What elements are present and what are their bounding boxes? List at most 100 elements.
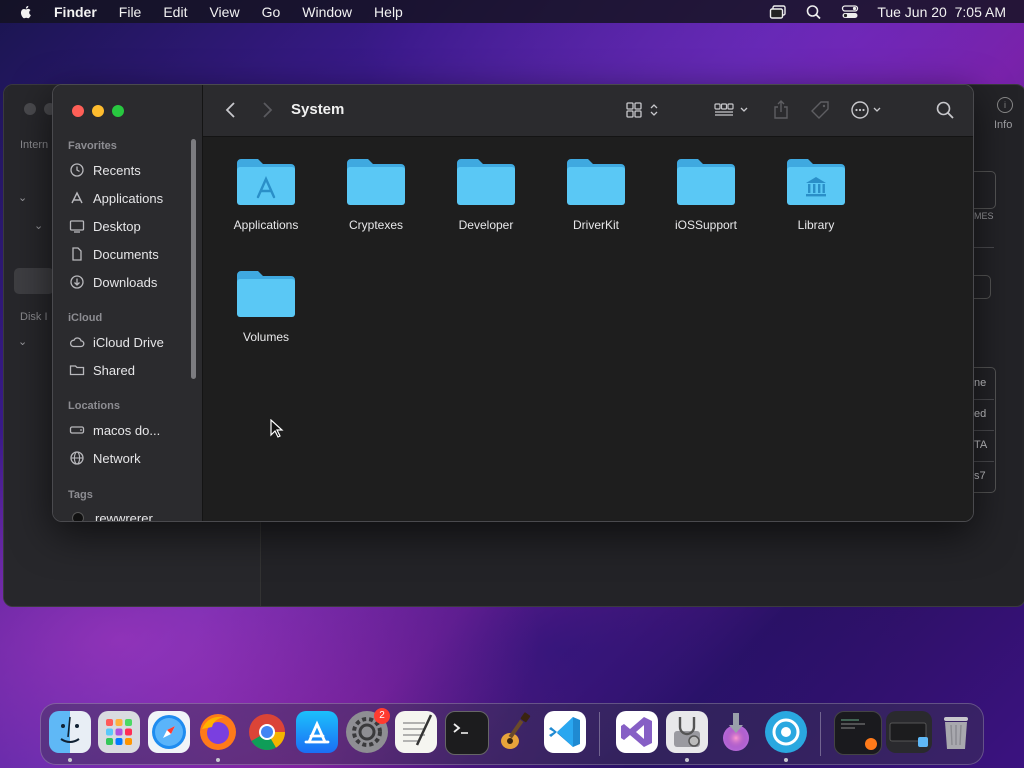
tag-icon[interactable] <box>809 99 831 121</box>
dock-terminal-icon[interactable] <box>445 711 489 755</box>
menu-file[interactable]: File <box>119 4 142 20</box>
screen-mirror-icon[interactable] <box>769 4 787 20</box>
window-title: System <box>291 101 345 118</box>
sidebar-item-label: Documents <box>93 246 159 262</box>
globe-icon <box>70 451 84 465</box>
menu-view[interactable]: View <box>209 4 239 20</box>
dock-launchpad-icon[interactable] <box>98 711 140 753</box>
folder-label: Cryptexes <box>348 218 404 232</box>
app-icon <box>71 191 83 204</box>
minimize-button[interactable] <box>92 105 104 117</box>
sidebar-item-network[interactable]: Network <box>69 447 141 469</box>
folder-item-developer[interactable]: Developer <box>436 155 536 232</box>
bg-selected-row[interactable] <box>14 268 54 294</box>
icon-view-grid-icon[interactable] <box>625 99 661 121</box>
dock-disk-utility-icon[interactable] <box>666 711 708 753</box>
bg-divider <box>974 399 994 400</box>
info-icon[interactable]: i <box>997 97 1013 113</box>
menu-go[interactable]: Go <box>262 4 281 20</box>
folder-item-cryptexes[interactable]: Cryptexes <box>326 155 426 232</box>
dock-utility-app-icon[interactable] <box>765 711 807 753</box>
running-indicator <box>784 758 788 762</box>
finder-content[interactable]: Applications Cryptexes Developer DriverK… <box>203 137 973 521</box>
sidebar-item-desktop[interactable]: Desktop <box>69 215 141 237</box>
sidebar-scrollbar[interactable] <box>191 139 196 379</box>
dock-visual-studio-icon[interactable] <box>616 711 658 753</box>
sidebar-item-shared[interactable]: Shared <box>69 359 135 381</box>
folder-item-driverkit[interactable]: DriverKit <box>546 155 646 232</box>
menu-clock[interactable]: Tue Jun 20 7:05 AM <box>877 4 1006 20</box>
bg-text: MES <box>974 211 994 221</box>
menu-help[interactable]: Help <box>374 4 403 20</box>
zoom-button[interactable] <box>112 105 124 117</box>
sidebar-item-downloads[interactable]: Downloads <box>69 271 157 293</box>
bg-text: ne <box>974 377 987 389</box>
bg-chevron-down-icon[interactable]: ⌄ <box>18 335 27 348</box>
close-button[interactable] <box>72 105 84 117</box>
bg-section-label: Intern <box>20 139 49 151</box>
sidebar-item-label: Downloads <box>93 274 158 290</box>
folder-label: Volumes <box>242 330 290 344</box>
dock-textedit-icon[interactable] <box>395 711 437 753</box>
dock-finder-icon[interactable] <box>49 711 91 753</box>
dock-trash-icon[interactable] <box>935 711 977 753</box>
folder-item-iossupport[interactable]: iOSSupport <box>656 155 756 232</box>
dock-vscode-icon[interactable] <box>544 711 586 753</box>
sidebar-item-applications[interactable]: Applications <box>69 187 163 209</box>
sidebar-item-label: Network <box>93 450 141 466</box>
sidebar-item-icloud-drive[interactable]: iCloud Drive <box>69 331 164 353</box>
info-label: Info <box>994 119 1013 131</box>
folder-item-volumes[interactable]: Volumes <box>216 267 316 344</box>
control-center-icon[interactable] <box>841 4 859 20</box>
sidebar-item-documents[interactable]: Documents <box>69 243 159 265</box>
folder-label: DriverKit <box>572 218 619 232</box>
sidebar-item-label: Applications <box>93 190 164 206</box>
bg-text: ed <box>974 408 987 420</box>
folder-label: iOSSupport <box>674 218 738 232</box>
sidebar-item-recents[interactable]: Recents <box>69 159 141 181</box>
finder-window[interactable]: Favorites Recents Applications Desktop D… <box>52 84 974 522</box>
dock-safari-icon[interactable] <box>148 711 190 753</box>
group-by-icon[interactable] <box>713 99 751 121</box>
folder-icon <box>567 159 625 205</box>
bg-chevron-down-icon[interactable]: ⌄ <box>18 191 27 204</box>
sidebar-item-label: Recents <box>93 162 141 178</box>
forward-chevron-icon[interactable] <box>259 99 275 121</box>
running-indicator <box>216 758 220 762</box>
folder-icon <box>237 159 295 205</box>
bg-chevron-down-icon[interactable]: ⌄ <box>34 219 43 232</box>
document-icon <box>72 247 82 261</box>
bg-divider <box>974 461 994 462</box>
menu-edit[interactable]: Edit <box>163 4 187 20</box>
finder-toolbar: System <box>203 85 973 137</box>
menu-bar: Finder File Edit View Go Window Help Tue… <box>0 0 1024 23</box>
folder-label: Developer <box>458 218 514 232</box>
bg-text: TA <box>974 439 988 451</box>
settings-notification-badge: 2 <box>374 708 390 724</box>
spotlight-icon[interactable] <box>805 4 823 20</box>
dock-chrome-icon[interactable] <box>246 711 288 753</box>
sidebar-header-icloud: iCloud <box>68 312 103 324</box>
dock-minimized-window-2[interactable] <box>886 711 932 753</box>
dock-garageband-icon[interactable] <box>494 711 536 753</box>
sidebar-item-macos-disk[interactable]: macos do... <box>69 419 160 441</box>
running-indicator <box>685 758 689 762</box>
sidebar-item-tag[interactable]: rewwrerer <box>69 507 153 521</box>
more-actions-icon[interactable] <box>849 99 885 121</box>
search-icon[interactable] <box>935 99 955 121</box>
menu-app-name[interactable]: Finder <box>54 4 97 20</box>
sidebar-item-label: Shared <box>93 362 135 378</box>
folder-item-library[interactable]: Library <box>766 155 866 232</box>
menu-window[interactable]: Window <box>302 4 352 20</box>
desktop-icon <box>69 220 85 233</box>
apple-icon[interactable] <box>18 4 34 20</box>
dock-installer-icon[interactable] <box>715 711 757 753</box>
clock-icon <box>70 163 84 177</box>
bg-close-dot[interactable] <box>24 103 36 115</box>
folder-item-applications[interactable]: Applications <box>216 155 316 232</box>
share-icon[interactable] <box>771 99 791 121</box>
dock-firefox-icon[interactable] <box>197 711 239 753</box>
dock-minimized-window-1[interactable] <box>834 711 882 755</box>
dock-app-store-icon[interactable] <box>296 711 338 753</box>
back-chevron-icon[interactable] <box>223 99 239 121</box>
